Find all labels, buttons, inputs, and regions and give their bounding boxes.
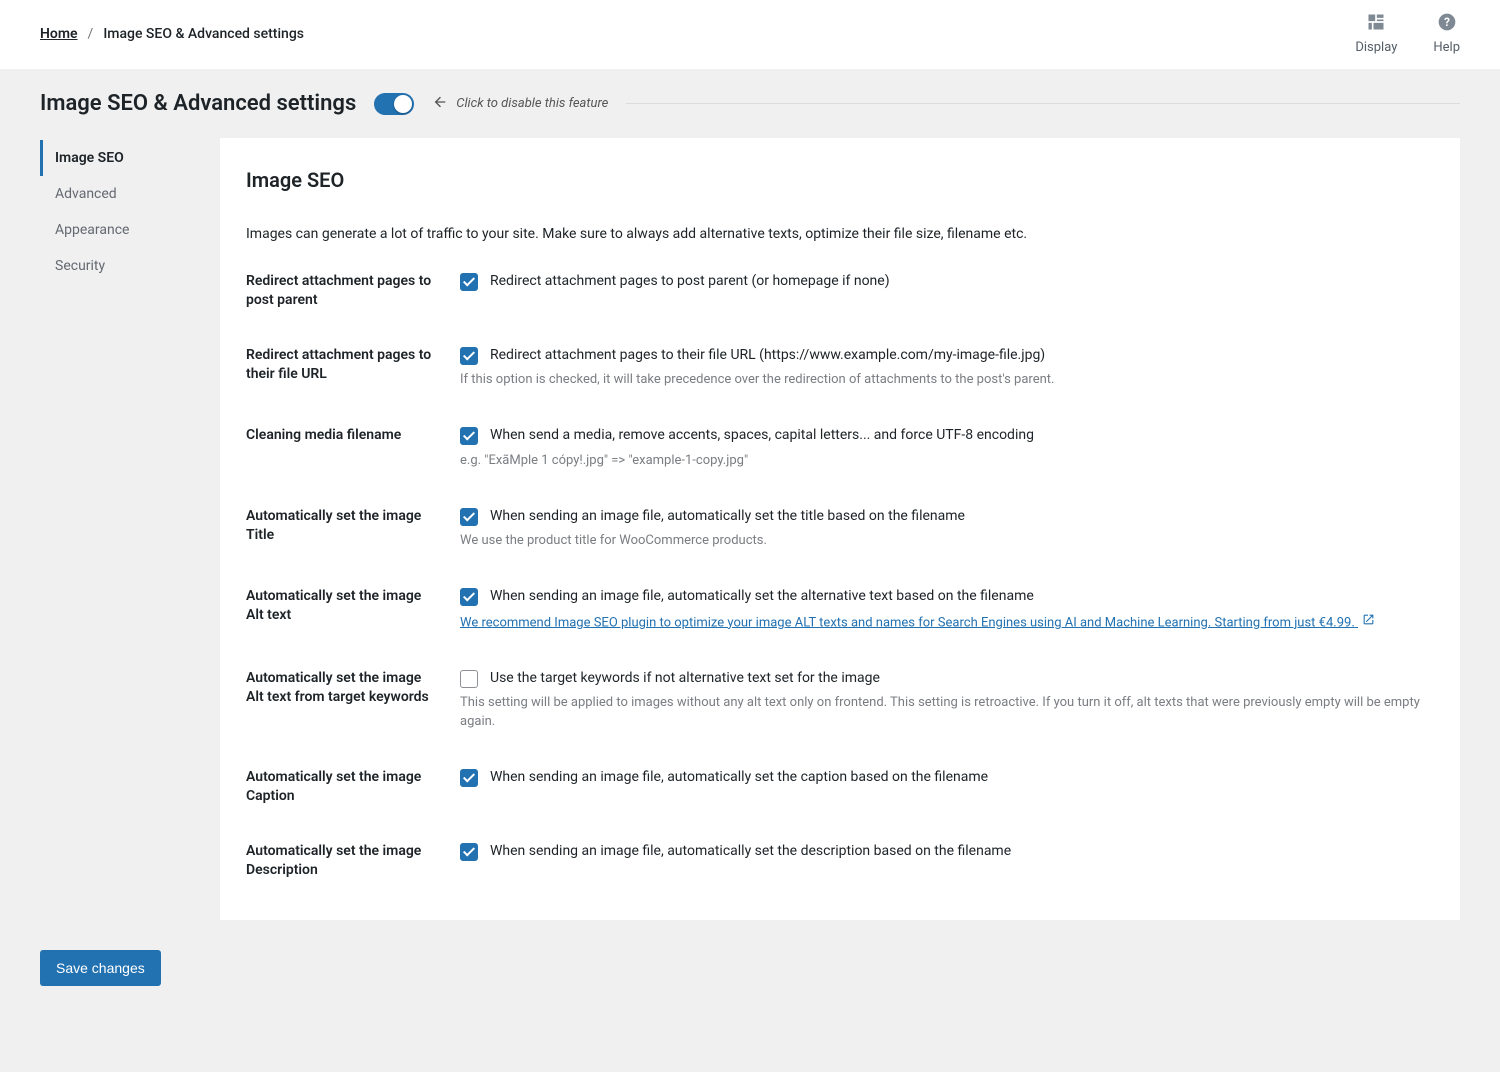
tab-advanced[interactable]: Advanced xyxy=(40,176,220,212)
setting-redirect-file: Redirect attachment pages to their file … xyxy=(246,346,1434,390)
checkbox-auto-caption[interactable] xyxy=(460,769,478,787)
display-tool[interactable]: Display xyxy=(1355,12,1397,55)
settings-panel: Image SEO Images can generate a lot of t… xyxy=(220,138,1460,920)
setting-auto-alt: Automatically set the image Alt text Whe… xyxy=(246,587,1434,633)
save-button[interactable]: Save changes xyxy=(40,950,161,986)
tab-security[interactable]: Security xyxy=(40,248,220,284)
setting-clean-filename: Cleaning media filename When send a medi… xyxy=(246,426,1434,470)
setting-label: Automatically set the image Description xyxy=(246,842,436,880)
svg-text:?: ? xyxy=(1444,15,1450,29)
toggle-hint: Click to disable this feature xyxy=(432,94,608,114)
breadcrumb-separator: / xyxy=(88,26,94,42)
image-seo-plugin-link[interactable]: We recommend Image SEO plugin to optimiz… xyxy=(460,613,1375,633)
setting-label: Redirect attachment pages to their file … xyxy=(246,346,436,390)
setting-control: Redirect attachment pages to their file … xyxy=(460,346,1434,390)
panel-description: Images can generate a lot of traffic to … xyxy=(246,226,1434,242)
external-link-icon xyxy=(1362,613,1375,633)
checkbox-clean-filename[interactable] xyxy=(460,427,478,445)
feature-toggle[interactable] xyxy=(374,93,414,115)
page-title: Image SEO & Advanced settings xyxy=(40,91,356,116)
setting-auto-description: Automatically set the image Description … xyxy=(246,842,1434,880)
setting-control: Use the target keywords if not alternati… xyxy=(460,669,1434,732)
setting-control: When sending an image file, automaticall… xyxy=(460,768,1434,806)
help-icon: ? xyxy=(1437,12,1457,36)
setting-label: Cleaning media filename xyxy=(246,426,436,470)
display-icon xyxy=(1366,12,1386,36)
checkbox-auto-description[interactable] xyxy=(460,843,478,861)
title-divider xyxy=(626,103,1460,104)
breadcrumb: Home / Image SEO & Advanced settings xyxy=(40,12,304,42)
setting-control: When sending an image file, automaticall… xyxy=(460,507,1434,551)
checkbox-label: When sending an image file, automaticall… xyxy=(490,842,1011,862)
help-text: This setting will be applied to images w… xyxy=(460,694,1434,732)
setting-control: When sending an image file, automaticall… xyxy=(460,587,1434,633)
setting-label: Automatically set the image Title xyxy=(246,507,436,551)
checkbox-auto-alt-keywords[interactable] xyxy=(460,670,478,688)
help-text: We use the product title for WooCommerce… xyxy=(460,532,1434,551)
tabs-sidebar: Image SEO Advanced Appearance Security xyxy=(40,138,220,284)
display-label: Display xyxy=(1355,40,1397,55)
checkbox-label: When sending an image file, automaticall… xyxy=(490,768,988,788)
tab-image-seo[interactable]: Image SEO xyxy=(40,140,220,176)
setting-control: When sending an image file, automaticall… xyxy=(460,842,1434,880)
help-tool[interactable]: ? Help xyxy=(1433,12,1460,55)
top-tools: Display ? Help xyxy=(1355,12,1460,55)
checkbox-label: When sending an image file, automaticall… xyxy=(490,587,1034,607)
link-text: We recommend Image SEO plugin to optimiz… xyxy=(460,615,1355,630)
checkbox-label: When sending an image file, automaticall… xyxy=(490,507,965,527)
checkbox-auto-title[interactable] xyxy=(460,508,478,526)
checkbox-label: When send a media, remove accents, space… xyxy=(490,426,1034,446)
setting-redirect-parent: Redirect attachment pages to post parent… xyxy=(246,272,1434,310)
setting-auto-title: Automatically set the image Title When s… xyxy=(246,507,1434,551)
checkbox-auto-alt[interactable] xyxy=(460,588,478,606)
help-text: If this option is checked, it will take … xyxy=(460,371,1434,390)
body-wrap: Image SEO Advanced Appearance Security I… xyxy=(0,138,1500,950)
arrow-left-icon xyxy=(432,94,448,114)
breadcrumb-current: Image SEO & Advanced settings xyxy=(103,26,304,42)
title-row: Image SEO & Advanced settings Click to d… xyxy=(0,69,1500,138)
setting-label: Automatically set the image Alt text fro… xyxy=(246,669,436,732)
setting-label: Automatically set the image Alt text xyxy=(246,587,436,633)
setting-control: Redirect attachment pages to post parent… xyxy=(460,272,1434,310)
setting-control: When send a media, remove accents, space… xyxy=(460,426,1434,470)
setting-label: Automatically set the image Caption xyxy=(246,768,436,806)
setting-label: Redirect attachment pages to post parent xyxy=(246,272,436,310)
top-bar: Home / Image SEO & Advanced settings Dis… xyxy=(0,0,1500,69)
checkbox-label: Redirect attachment pages to post parent… xyxy=(490,272,890,292)
checkbox-label: Use the target keywords if not alternati… xyxy=(490,669,880,689)
help-label: Help xyxy=(1433,40,1460,55)
checkbox-redirect-file[interactable] xyxy=(460,347,478,365)
help-text: e.g. "ExãMple 1 cópy!.jpg" => "example-1… xyxy=(460,452,1434,471)
checkbox-label: Redirect attachment pages to their file … xyxy=(490,346,1045,366)
setting-auto-caption: Automatically set the image Caption When… xyxy=(246,768,1434,806)
breadcrumb-home-link[interactable]: Home xyxy=(40,26,78,42)
panel-heading: Image SEO xyxy=(246,168,1434,192)
setting-auto-alt-keywords: Automatically set the image Alt text fro… xyxy=(246,669,1434,732)
tab-appearance[interactable]: Appearance xyxy=(40,212,220,248)
checkbox-redirect-parent[interactable] xyxy=(460,273,478,291)
toggle-hint-text: Click to disable this feature xyxy=(456,96,608,111)
main-area: Image SEO & Advanced settings Click to d… xyxy=(0,69,1500,1072)
save-bar: Save changes xyxy=(0,950,1500,1026)
